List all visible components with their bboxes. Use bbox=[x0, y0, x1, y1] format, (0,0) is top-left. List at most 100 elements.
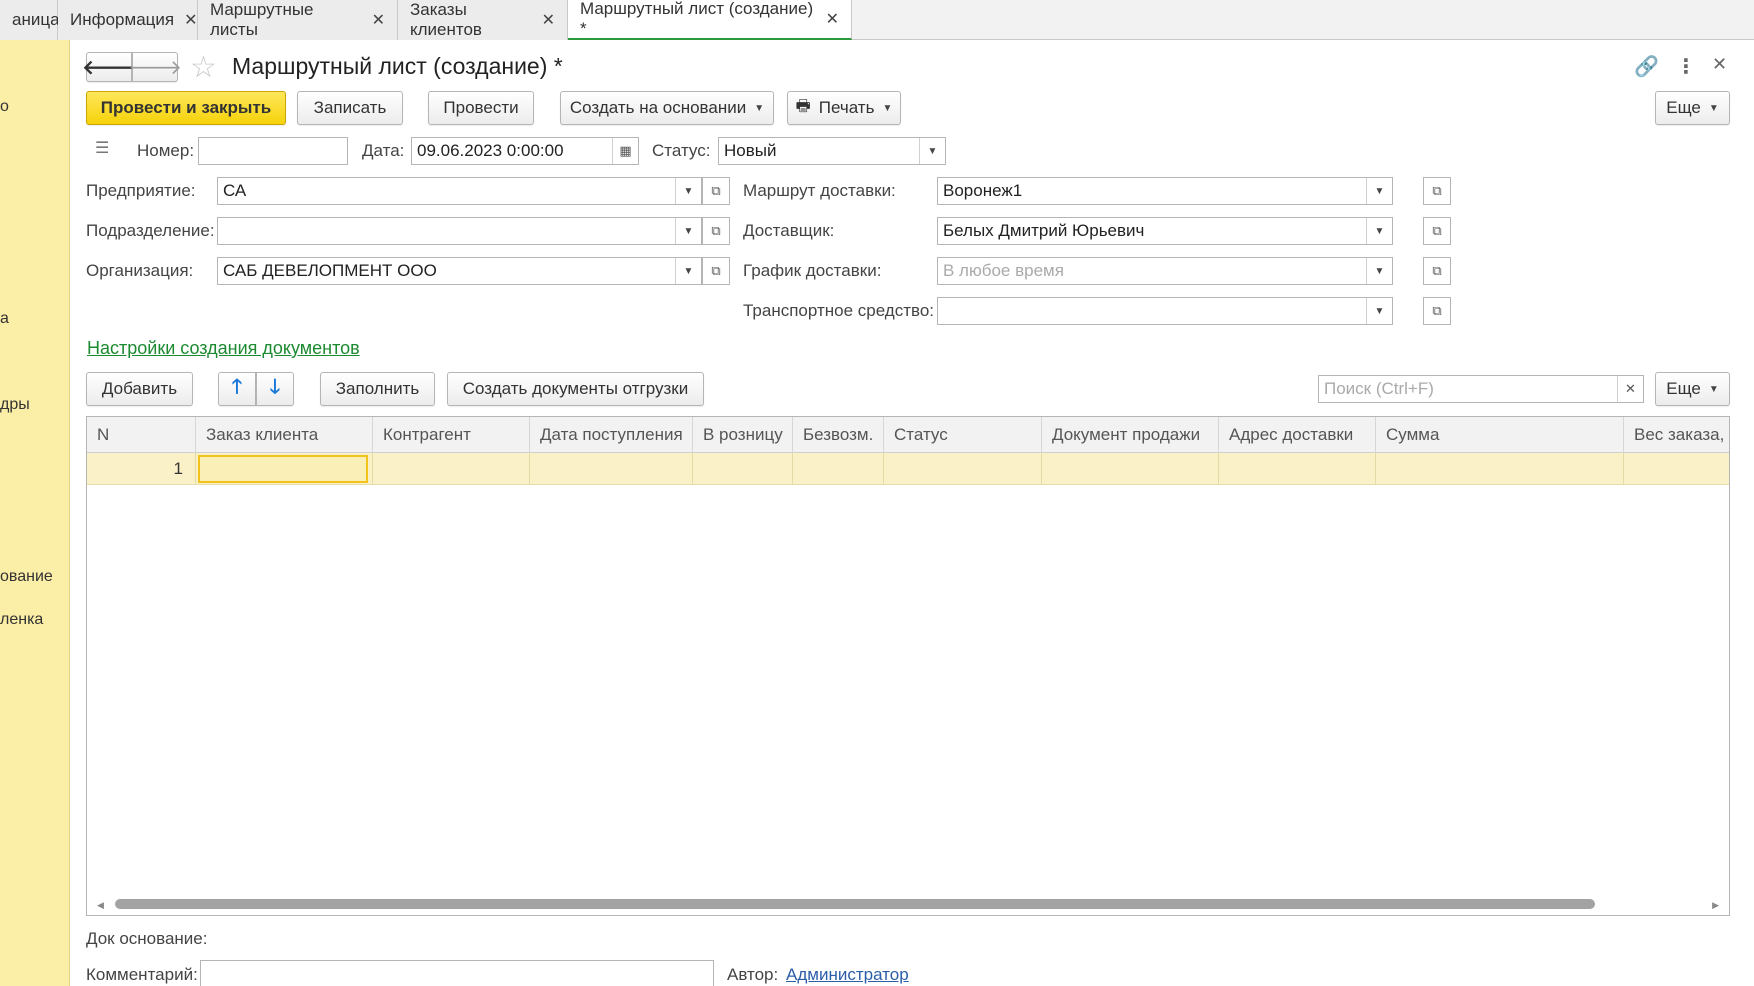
free-cell[interactable] bbox=[793, 453, 884, 485]
chevron-down-icon[interactable]: ▼ bbox=[1366, 178, 1392, 204]
route-orders-table[interactable]: N Заказ клиента Контрагент Дата поступле… bbox=[86, 416, 1730, 916]
column-header-sum[interactable]: Сумма bbox=[1376, 417, 1624, 453]
section-item[interactable]: а bbox=[0, 310, 9, 328]
open-route-button[interactable]: ⧉ bbox=[1423, 177, 1451, 205]
close-icon[interactable]: ✕ bbox=[542, 10, 555, 30]
tab-bar: аница Информация ✕ Маршрутные листы ✕ За… bbox=[0, 0, 1754, 40]
star-icon[interactable]: ☆ bbox=[190, 50, 217, 85]
division-label: Подразделение: bbox=[86, 221, 215, 240]
vehicle-field[interactable]: ▼ bbox=[937, 297, 1393, 325]
section-item[interactable]: о bbox=[0, 98, 9, 116]
horizontal-scrollbar[interactable] bbox=[115, 899, 1595, 909]
open-organization-button[interactable]: ⧉ bbox=[702, 257, 730, 285]
link-icon[interactable]: 🔗 bbox=[1634, 54, 1659, 79]
enterprise-field[interactable]: СА ▼ bbox=[217, 177, 702, 205]
create-shipping-docs-button[interactable]: Создать документы отгрузки bbox=[447, 372, 704, 406]
fill-button[interactable]: Заполнить bbox=[320, 372, 435, 406]
status-select[interactable]: Новый ▼ bbox=[718, 137, 946, 165]
column-header-weight[interactable]: Вес заказа, bbox=[1624, 417, 1729, 453]
chevron-down-icon: ▼ bbox=[882, 102, 893, 114]
column-header-address[interactable]: Адрес доставки bbox=[1219, 417, 1376, 453]
chevron-down-icon[interactable]: ▼ bbox=[919, 138, 945, 164]
order-cell[interactable] bbox=[196, 453, 373, 485]
tab-route-sheet-create[interactable]: Маршрутный лист (создание) * ✕ bbox=[568, 0, 852, 40]
save-button[interactable]: Записать bbox=[297, 91, 403, 125]
tab-information[interactable]: Информация ✕ bbox=[58, 0, 198, 40]
tab-label: Маршрутные листы bbox=[210, 0, 314, 39]
clear-icon[interactable]: ✕ bbox=[1617, 376, 1643, 402]
close-icon[interactable]: ✕ bbox=[184, 10, 197, 30]
scroll-left-icon[interactable]: ◀ bbox=[97, 900, 104, 911]
close-icon[interactable]: ✕ bbox=[372, 10, 385, 30]
chevron-down-icon[interactable]: ▼ bbox=[675, 218, 701, 244]
courier-field[interactable]: Белых Дмитрий Юрьевич ▼ bbox=[937, 217, 1393, 245]
document-settings-link[interactable]: Настройки создания документов bbox=[87, 338, 360, 359]
close-icon[interactable]: ✕ bbox=[826, 9, 839, 29]
sum-cell[interactable] bbox=[1376, 453, 1624, 485]
division-field[interactable]: ▼ bbox=[217, 217, 702, 245]
author-link[interactable]: Администратор bbox=[786, 965, 909, 985]
route-field[interactable]: Воронеж1 ▼ bbox=[937, 177, 1393, 205]
back-button[interactable]: 🡐 bbox=[82, 52, 136, 82]
retail-cell[interactable] bbox=[693, 453, 793, 485]
active-cell-editor[interactable] bbox=[198, 455, 368, 483]
tab-start-page[interactable]: аница bbox=[0, 0, 60, 40]
chevron-down-icon[interactable]: ▼ bbox=[1366, 298, 1392, 324]
column-header-sales-doc[interactable]: Документ продажи bbox=[1042, 417, 1219, 453]
list-icon[interactable]: ☰ bbox=[95, 138, 109, 158]
scroll-right-icon[interactable]: ▶ bbox=[1712, 900, 1719, 911]
chevron-down-icon[interactable]: ▼ bbox=[1366, 258, 1392, 284]
forward-button[interactable]: 🡒 bbox=[128, 52, 182, 82]
counterparty-cell[interactable] bbox=[373, 453, 530, 485]
number-label: Номер: bbox=[137, 141, 195, 160]
section-item[interactable]: ование bbox=[0, 568, 53, 586]
column-header-free[interactable]: Безвозм. bbox=[793, 417, 884, 453]
move-down-button[interactable]: 🡓 bbox=[256, 372, 294, 406]
organization-field[interactable]: САБ ДЕВЕЛОПМЕНТ ООО ▼ bbox=[217, 257, 702, 285]
number-field[interactable] bbox=[198, 137, 348, 165]
left-sections-panel: о а дры ование ленка bbox=[0, 40, 70, 986]
base-doc-label: Док основание: bbox=[86, 929, 208, 948]
address-cell[interactable] bbox=[1219, 453, 1376, 485]
post-and-close-button[interactable]: Провести и закрыть bbox=[86, 91, 286, 125]
weight-cell[interactable] bbox=[1624, 453, 1729, 485]
open-schedule-button[interactable]: ⧉ bbox=[1423, 257, 1451, 285]
table-more-button[interactable]: Еще ▼ bbox=[1655, 372, 1730, 406]
create-based-on-button[interactable]: Создать на основании ▼ bbox=[560, 91, 774, 125]
post-button[interactable]: Провести bbox=[428, 91, 534, 125]
column-header-order[interactable]: Заказ клиента bbox=[196, 417, 373, 453]
tab-route-sheets[interactable]: Маршрутные листы ✕ bbox=[198, 0, 398, 40]
move-up-button[interactable]: 🡑 bbox=[218, 372, 256, 406]
kebab-icon[interactable]: ⋮ bbox=[1676, 54, 1696, 79]
column-header-counterparty[interactable]: Контрагент bbox=[373, 417, 530, 453]
tab-customer-orders[interactable]: Заказы клиентов ✕ bbox=[398, 0, 568, 40]
courier-label: Доставщик: bbox=[743, 221, 835, 240]
column-header-n[interactable]: N bbox=[87, 417, 196, 453]
open-vehicle-button[interactable]: ⧉ bbox=[1423, 297, 1451, 325]
search-input[interactable]: Поиск (Ctrl+F) ✕ bbox=[1318, 375, 1644, 403]
add-button[interactable]: Добавить bbox=[86, 372, 193, 406]
chevron-down-icon[interactable]: ▼ bbox=[675, 178, 701, 204]
chevron-down-icon: ▼ bbox=[754, 102, 765, 114]
chevron-down-icon[interactable]: ▼ bbox=[675, 258, 701, 284]
print-button[interactable]: 🖶 Печать ▼ bbox=[787, 91, 901, 125]
section-item[interactable]: дры bbox=[0, 396, 30, 414]
table-row[interactable]: 1 bbox=[87, 453, 1729, 485]
column-header-retail[interactable]: В розницу bbox=[693, 417, 793, 453]
open-courier-button[interactable]: ⧉ bbox=[1423, 217, 1451, 245]
column-header-receipt-date[interactable]: Дата поступления bbox=[530, 417, 693, 453]
close-icon[interactable]: ✕ bbox=[1712, 54, 1727, 75]
open-enterprise-button[interactable]: ⧉ bbox=[702, 177, 730, 205]
status-cell[interactable] bbox=[884, 453, 1042, 485]
receipt-date-cell[interactable] bbox=[530, 453, 693, 485]
more-button[interactable]: Еще ▼ bbox=[1655, 91, 1730, 125]
column-header-status[interactable]: Статус bbox=[884, 417, 1042, 453]
section-item[interactable]: ленка bbox=[0, 611, 43, 629]
comment-field[interactable] bbox=[200, 960, 714, 986]
calendar-icon[interactable]: ▦ bbox=[612, 138, 638, 164]
sales-doc-cell[interactable] bbox=[1042, 453, 1219, 485]
schedule-field[interactable]: В любое время ▼ bbox=[937, 257, 1393, 285]
open-division-button[interactable]: ⧉ bbox=[702, 217, 730, 245]
chevron-down-icon[interactable]: ▼ bbox=[1366, 218, 1392, 244]
date-field[interactable]: 09.06.2023 0:00:00 ▦ bbox=[411, 137, 639, 165]
